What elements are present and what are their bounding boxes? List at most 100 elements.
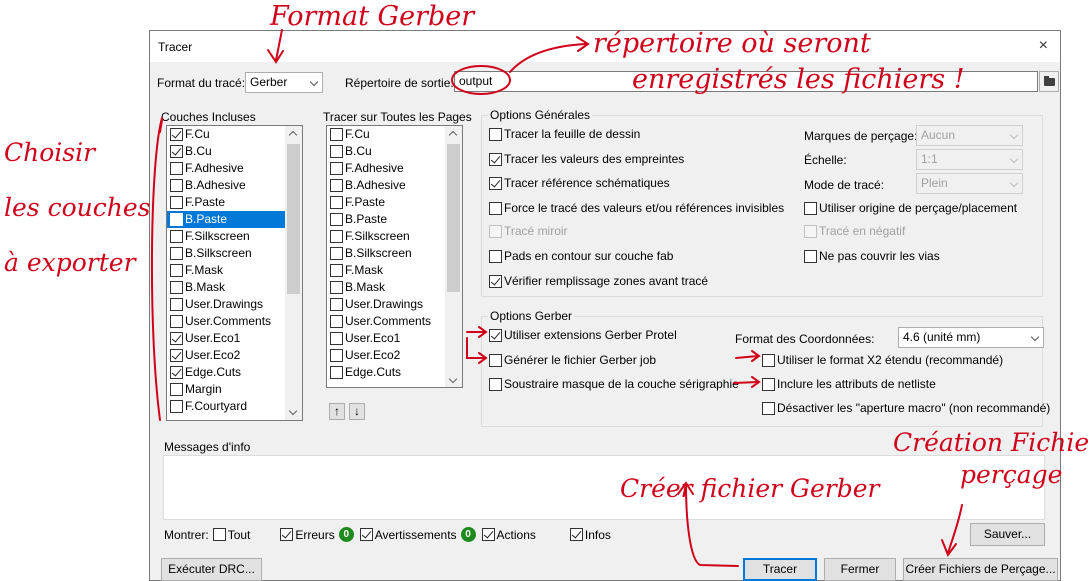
layer-item[interactable]: User.Drawings — [327, 296, 462, 313]
layer-item[interactable]: F.Cu — [167, 126, 302, 143]
layer-checkbox[interactable] — [330, 264, 343, 277]
browse-folder-button[interactable] — [1039, 71, 1059, 92]
layer-item[interactable]: F.Cu — [327, 126, 462, 143]
layer-checkbox[interactable] — [330, 213, 343, 226]
disable-aperture-checkbox[interactable]: Désactiver les "aperture macro" (non rec… — [762, 401, 1050, 415]
use-aux-origin-checkbox[interactable]: Utiliser origine de perçage/placement — [804, 201, 1017, 215]
checkbox-box[interactable] — [762, 377, 775, 391]
filter-actions-checkbox[interactable] — [481, 528, 495, 541]
layers-scrollbar[interactable] — [285, 126, 302, 420]
scrollbar-thumb[interactable] — [287, 144, 300, 294]
filter-errors-checkbox[interactable] — [280, 528, 294, 541]
run-drc-button[interactable]: Exécuter DRC... — [161, 558, 262, 581]
checkbox-box[interactable] — [804, 201, 817, 215]
layer-checkbox[interactable] — [170, 298, 183, 311]
layer-item[interactable]: F.Courtyard — [167, 398, 302, 415]
subtract-mask-checkbox[interactable]: Soustraire masque de la couche sérigraph… — [489, 377, 739, 391]
checkbox-box[interactable] — [489, 127, 502, 141]
layer-item[interactable]: User.Comments — [327, 313, 462, 330]
layer-checkbox[interactable] — [170, 383, 183, 396]
layer-checkbox[interactable] — [330, 179, 343, 192]
plot-sheet-checkbox[interactable]: Tracer la feuille de dessin — [489, 127, 640, 141]
pages-scrollbar[interactable] — [445, 126, 462, 387]
layer-checkbox[interactable] — [170, 332, 183, 345]
checkbox-box[interactable] — [762, 401, 775, 415]
close-icon[interactable]: × — [1039, 37, 1048, 55]
layer-item[interactable]: User.Eco1 — [327, 330, 462, 347]
layer-checkbox[interactable] — [330, 332, 343, 345]
layer-item[interactable]: F.Paste — [327, 194, 462, 211]
pads-outline-checkbox[interactable]: Pads en contour sur couche fab — [489, 249, 673, 263]
scroll-up-icon[interactable] — [288, 130, 298, 140]
plot-values-checkbox[interactable]: Tracer les valeurs des empreintes — [489, 152, 684, 166]
messages-area[interactable] — [163, 455, 1045, 520]
force-invisible-checkbox[interactable]: Force le tracé des valeurs et/ou référen… — [489, 201, 784, 215]
format-select[interactable]: Gerber — [245, 72, 323, 93]
layer-item[interactable]: B.Paste — [327, 211, 462, 228]
layer-item[interactable]: User.Comments — [167, 313, 302, 330]
layer-item[interactable]: User.Eco2 — [167, 347, 302, 364]
layer-item[interactable]: F.Paste — [167, 194, 302, 211]
scroll-up-icon[interactable] — [448, 130, 458, 140]
layer-item[interactable]: B.Silkscreen — [327, 245, 462, 262]
layer-item[interactable]: B.Cu — [327, 143, 462, 160]
layer-checkbox[interactable] — [170, 179, 183, 192]
layer-item[interactable]: F.Mask — [167, 262, 302, 279]
layer-checkbox[interactable] — [330, 145, 343, 158]
layer-checkbox[interactable] — [170, 366, 183, 379]
no-tent-vias-checkbox[interactable]: Ne pas couvrir les vias — [804, 249, 940, 263]
checkbox-box[interactable] — [489, 328, 502, 342]
netlist-attrs-checkbox[interactable]: Inclure les attributs de netliste — [762, 377, 936, 391]
move-up-button[interactable]: ↑ — [329, 403, 345, 420]
layer-item[interactable]: F.Adhesive — [167, 160, 302, 177]
checkbox-box[interactable] — [489, 152, 502, 166]
checkbox-box[interactable] — [804, 249, 817, 263]
layer-item[interactable]: B.Adhesive — [167, 177, 302, 194]
layer-checkbox[interactable] — [330, 162, 343, 175]
layer-item[interactable]: B.Paste — [167, 211, 302, 228]
layer-checkbox[interactable] — [170, 230, 183, 243]
filter-all-checkbox[interactable] — [212, 528, 226, 541]
scroll-down-icon[interactable] — [288, 406, 298, 416]
checkbox-box[interactable] — [489, 377, 502, 391]
layer-checkbox[interactable] — [170, 145, 183, 158]
layer-checkbox[interactable] — [170, 315, 183, 328]
protel-ext-checkbox[interactable]: Utiliser extensions Gerber Protel — [489, 328, 677, 342]
layer-checkbox[interactable] — [170, 400, 183, 413]
layer-checkbox[interactable] — [170, 162, 183, 175]
checkbox-box[interactable] — [489, 249, 502, 263]
checkbox-box[interactable] — [489, 176, 502, 190]
layer-item[interactable]: B.Adhesive — [327, 177, 462, 194]
layer-checkbox[interactable] — [330, 196, 343, 209]
layer-checkbox[interactable] — [170, 213, 183, 226]
all-pages-list[interactable]: F.Cu B.Cu F.Adhesive B.Adhesive F.Paste B.Pas… — [326, 125, 463, 388]
layers-included-list[interactable]: F.Cu B.Cu F.Adhesive B.Adhesive F.Paste B.Pas… — [166, 125, 303, 421]
layer-item[interactable]: B.Mask — [167, 279, 302, 296]
layer-item[interactable]: B.Silkscreen — [167, 245, 302, 262]
layer-checkbox[interactable] — [330, 366, 343, 379]
close-button[interactable]: Fermer — [824, 558, 896, 581]
layer-item[interactable]: B.Cu — [167, 143, 302, 160]
layer-checkbox[interactable] — [170, 128, 183, 141]
job-file-checkbox[interactable]: Générer le fichier Gerber job — [489, 353, 656, 367]
coord-format-select[interactable]: 4.6 (unité mm) — [898, 327, 1044, 348]
layer-checkbox[interactable] — [330, 315, 343, 328]
layer-item[interactable]: F.Silkscreen — [167, 228, 302, 245]
save-button[interactable]: Sauver... — [970, 523, 1045, 546]
layer-checkbox[interactable] — [330, 281, 343, 294]
layer-checkbox[interactable] — [170, 247, 183, 260]
x2-format-checkbox[interactable]: Utiliser le format X2 étendu (recommandé… — [762, 353, 1003, 367]
layer-checkbox[interactable] — [170, 196, 183, 209]
layer-checkbox[interactable] — [330, 349, 343, 362]
layer-checkbox[interactable] — [330, 230, 343, 243]
layer-checkbox[interactable] — [330, 128, 343, 141]
layer-checkbox[interactable] — [170, 349, 183, 362]
layer-item[interactable]: Edge.Cuts — [327, 364, 462, 381]
layer-item[interactable]: B.Mask — [327, 279, 462, 296]
move-down-button[interactable]: ↓ — [349, 403, 365, 420]
layer-item[interactable]: F.Mask — [327, 262, 462, 279]
checkbox-box[interactable] — [489, 201, 502, 215]
create-drill-files-button[interactable]: Créer Fichiers de Perçage... — [903, 558, 1058, 581]
layer-item[interactable]: Margin — [167, 381, 302, 398]
layer-checkbox[interactable] — [170, 264, 183, 277]
